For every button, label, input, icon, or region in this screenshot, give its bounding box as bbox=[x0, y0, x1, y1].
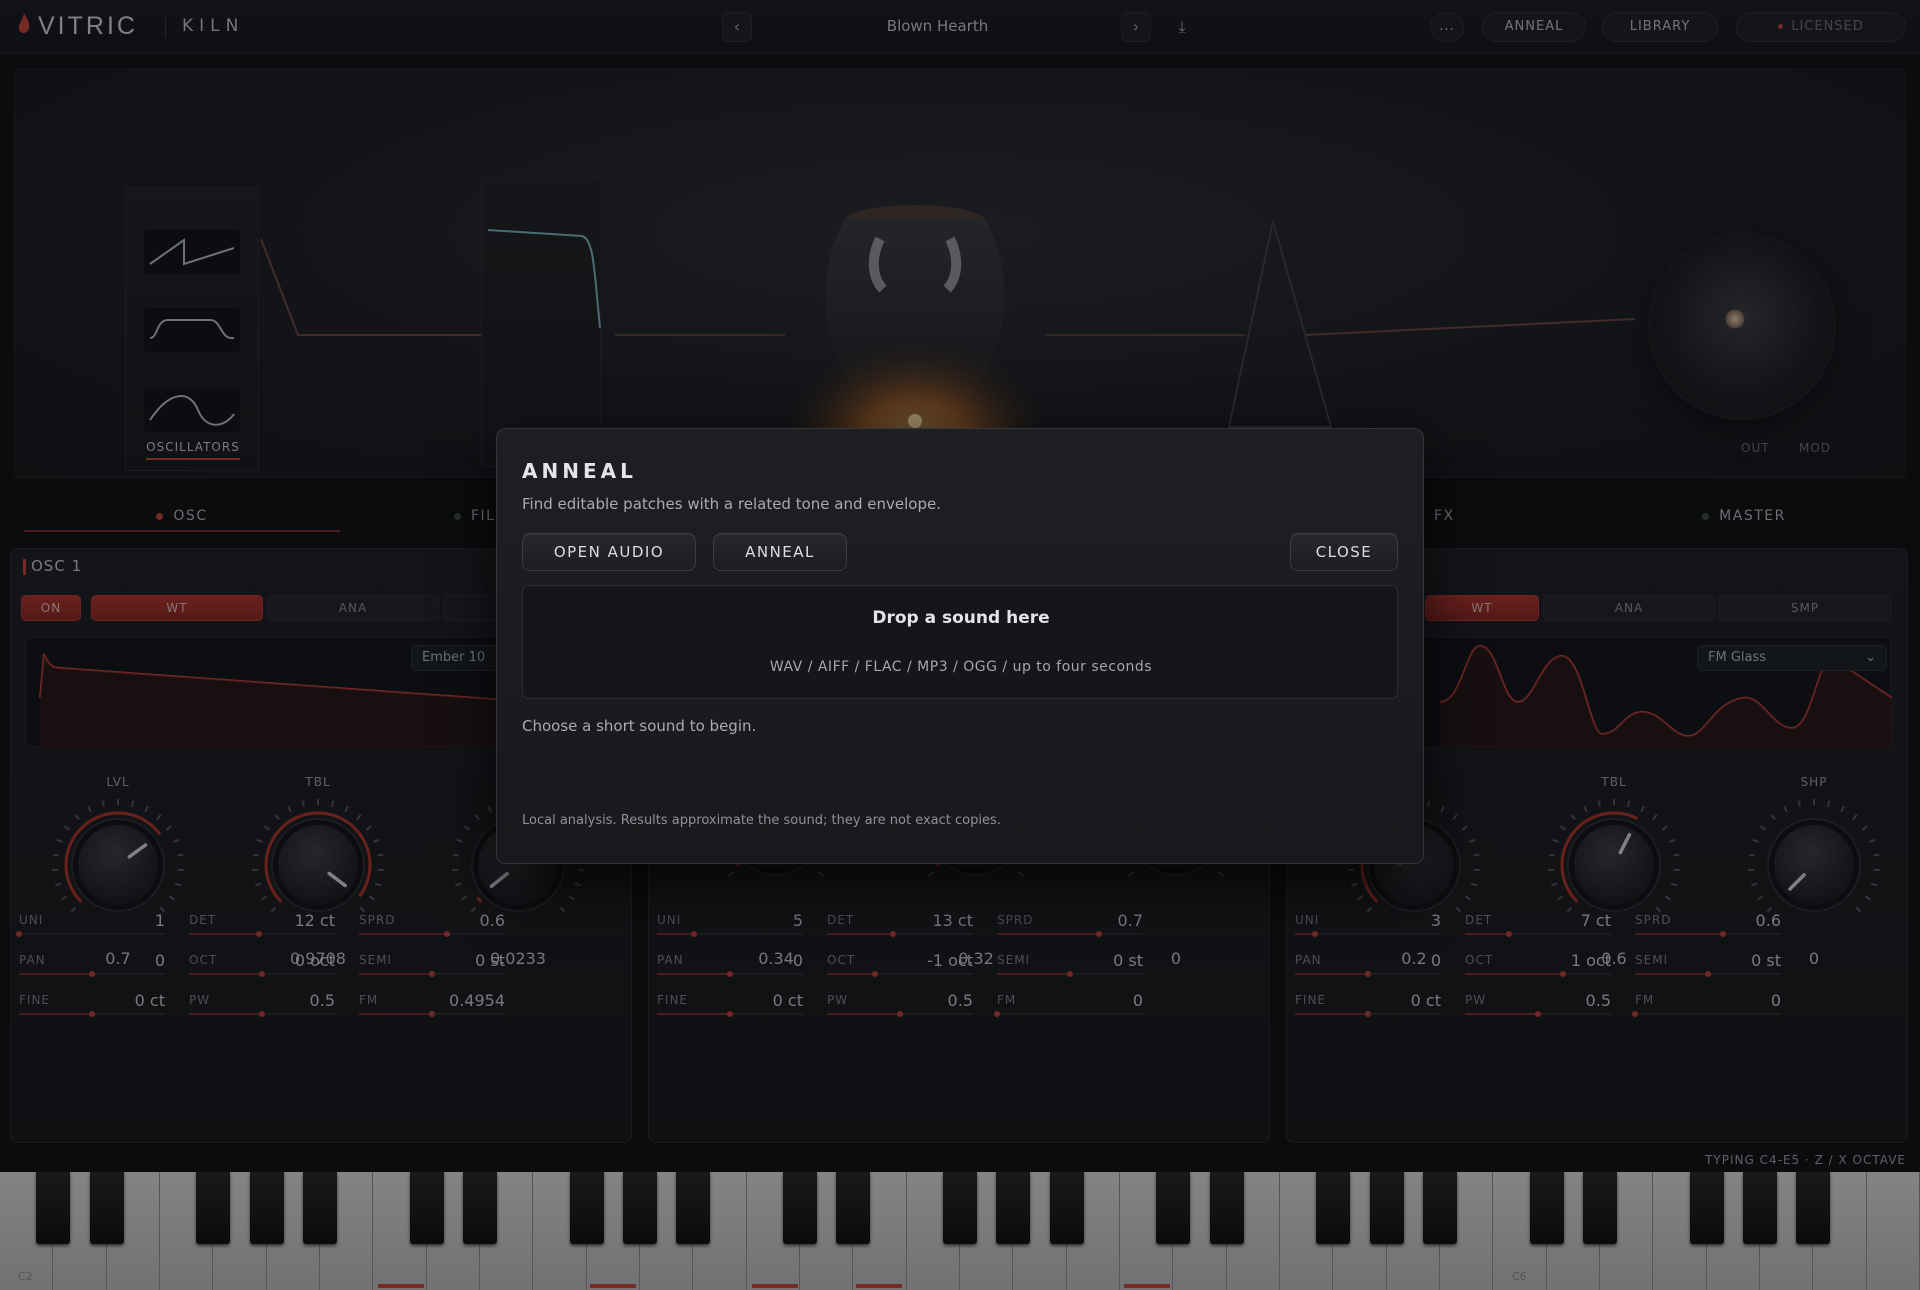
anneal-button[interactable]: ANNEAL bbox=[713, 533, 847, 571]
anneal-dialog: ANNEAL Find editable patches with a rela… bbox=[496, 428, 1424, 864]
audio-drop-zone[interactable]: Drop a sound here WAV / AIFF / FLAC / MP… bbox=[522, 585, 1398, 699]
synth-app: VITRIC KILN ‹ Blown Hearth › ⤓ ... ANNEA… bbox=[0, 0, 1920, 1290]
dialog-note: Local analysis. Results approximate the … bbox=[522, 813, 1001, 828]
drop-zone-formats: WAV / AIFF / FLAC / MP3 / OGG / up to fo… bbox=[769, 659, 1153, 675]
open-audio-button[interactable]: OPEN AUDIO bbox=[522, 533, 696, 571]
dialog-subtitle: Find editable patches with a related ton… bbox=[522, 495, 941, 513]
close-button[interactable]: CLOSE bbox=[1290, 533, 1398, 571]
dialog-status: Choose a short sound to begin. bbox=[522, 717, 757, 735]
dialog-title: ANNEAL bbox=[522, 459, 637, 483]
drop-zone-title: Drop a sound here bbox=[872, 608, 1050, 628]
